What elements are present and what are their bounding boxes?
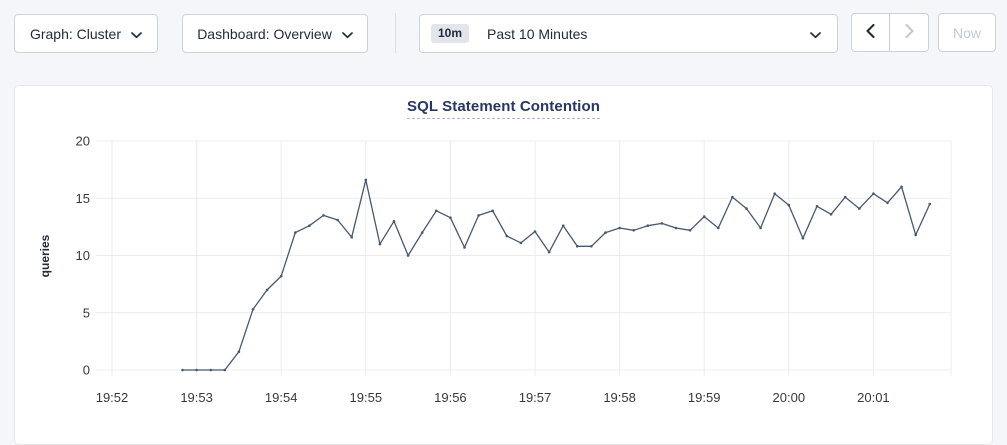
series-point (844, 196, 847, 199)
series-point (520, 242, 523, 245)
series-point (618, 227, 621, 230)
series-point (506, 235, 509, 238)
x-tick-label: 19:58 (603, 390, 636, 405)
x-tick-label: 19:55 (350, 390, 383, 405)
series-point (393, 220, 396, 223)
series-point (731, 196, 734, 199)
x-tick-label: 19:57 (519, 390, 552, 405)
series-point (435, 210, 438, 213)
series-point (407, 254, 410, 257)
series-point (449, 216, 452, 219)
time-range-selector[interactable]: 10m Past 10 Minutes (419, 14, 838, 53)
series-point (675, 227, 678, 230)
series-point (802, 237, 805, 240)
series-point (900, 186, 903, 189)
chevron-down-icon (342, 26, 353, 42)
series-point (717, 227, 720, 230)
prev-time-button[interactable] (852, 14, 890, 51)
series-point (647, 224, 650, 227)
x-tick-label: 19:52 (96, 390, 129, 405)
series-point (661, 222, 664, 225)
series-point (872, 192, 875, 195)
sql-contention-line-chart[interactable]: 0 5 10 15 20 19:52 19:53 19:54 19:55 19:56 19:57 19… (15, 86, 992, 418)
series-point (548, 251, 551, 254)
series-point (350, 236, 353, 239)
series-point (379, 243, 382, 246)
series-point (322, 214, 325, 217)
series-point (534, 230, 537, 233)
series-point (858, 207, 861, 210)
series-point (689, 229, 692, 232)
x-tick-label: 19:54 (265, 390, 298, 405)
time-range-label: Past 10 Minutes (487, 26, 587, 42)
time-nav-group (851, 13, 929, 52)
graph-dropdown-label: Graph: Cluster (30, 26, 121, 42)
x-tick-label: 19:56 (434, 390, 467, 405)
graph-dropdown[interactable]: Graph: Cluster (14, 14, 158, 53)
series-point (238, 350, 241, 353)
series-point (195, 369, 198, 372)
series-point (788, 204, 791, 207)
series-point (816, 205, 819, 208)
series-point (463, 246, 466, 249)
dashboard-dropdown-label: Dashboard: Overview (197, 26, 332, 42)
series-point (604, 231, 607, 234)
series-point (477, 214, 480, 217)
chevron-right-icon (905, 24, 914, 41)
series-point (590, 245, 593, 248)
series-point (365, 179, 368, 182)
series-point (294, 231, 297, 234)
chevron-left-icon (866, 24, 875, 41)
y-tick-label: 0 (83, 363, 90, 378)
series-point (224, 369, 227, 372)
series-point (421, 231, 424, 234)
chevron-down-icon (810, 26, 821, 42)
series-point (632, 229, 635, 232)
series-point (209, 369, 212, 372)
y-tick-label: 20 (76, 134, 90, 149)
y-tick-label: 10 (76, 248, 90, 263)
series-point (576, 245, 579, 248)
x-tick-label: 20:00 (773, 390, 806, 405)
series-point (336, 219, 339, 222)
now-button[interactable]: Now (938, 13, 996, 52)
y-tick-label: 15 (76, 191, 90, 206)
series-point (308, 224, 311, 227)
series-point (886, 202, 889, 205)
series-point (773, 192, 776, 195)
series-point (181, 369, 184, 372)
now-button-label: Now (953, 25, 981, 41)
next-time-button[interactable] (890, 14, 928, 51)
time-window-badge: 10m (431, 24, 469, 43)
series-point (914, 234, 917, 237)
x-tick-label: 19:59 (688, 390, 721, 405)
series-point (830, 213, 833, 216)
chevron-down-icon (131, 26, 142, 42)
x-tick-label: 19:53 (180, 390, 213, 405)
y-tick-label: 5 (83, 305, 90, 320)
y-axis-label: queries (38, 234, 52, 277)
series-line (183, 180, 930, 370)
series-point (929, 203, 932, 206)
series-point (252, 308, 255, 311)
series-point (562, 224, 565, 227)
toolbar-divider (395, 13, 396, 53)
series-point (703, 215, 706, 218)
series-point (280, 275, 283, 278)
x-tick-label: 20:01 (857, 390, 890, 405)
chart-card: SQL Statement Contention 0510152019:5219… (14, 85, 993, 445)
series-point (491, 210, 494, 213)
dashboard-dropdown[interactable]: Dashboard: Overview (182, 14, 368, 53)
series-point (745, 207, 748, 210)
series-point (759, 227, 762, 230)
series-point (266, 289, 269, 292)
